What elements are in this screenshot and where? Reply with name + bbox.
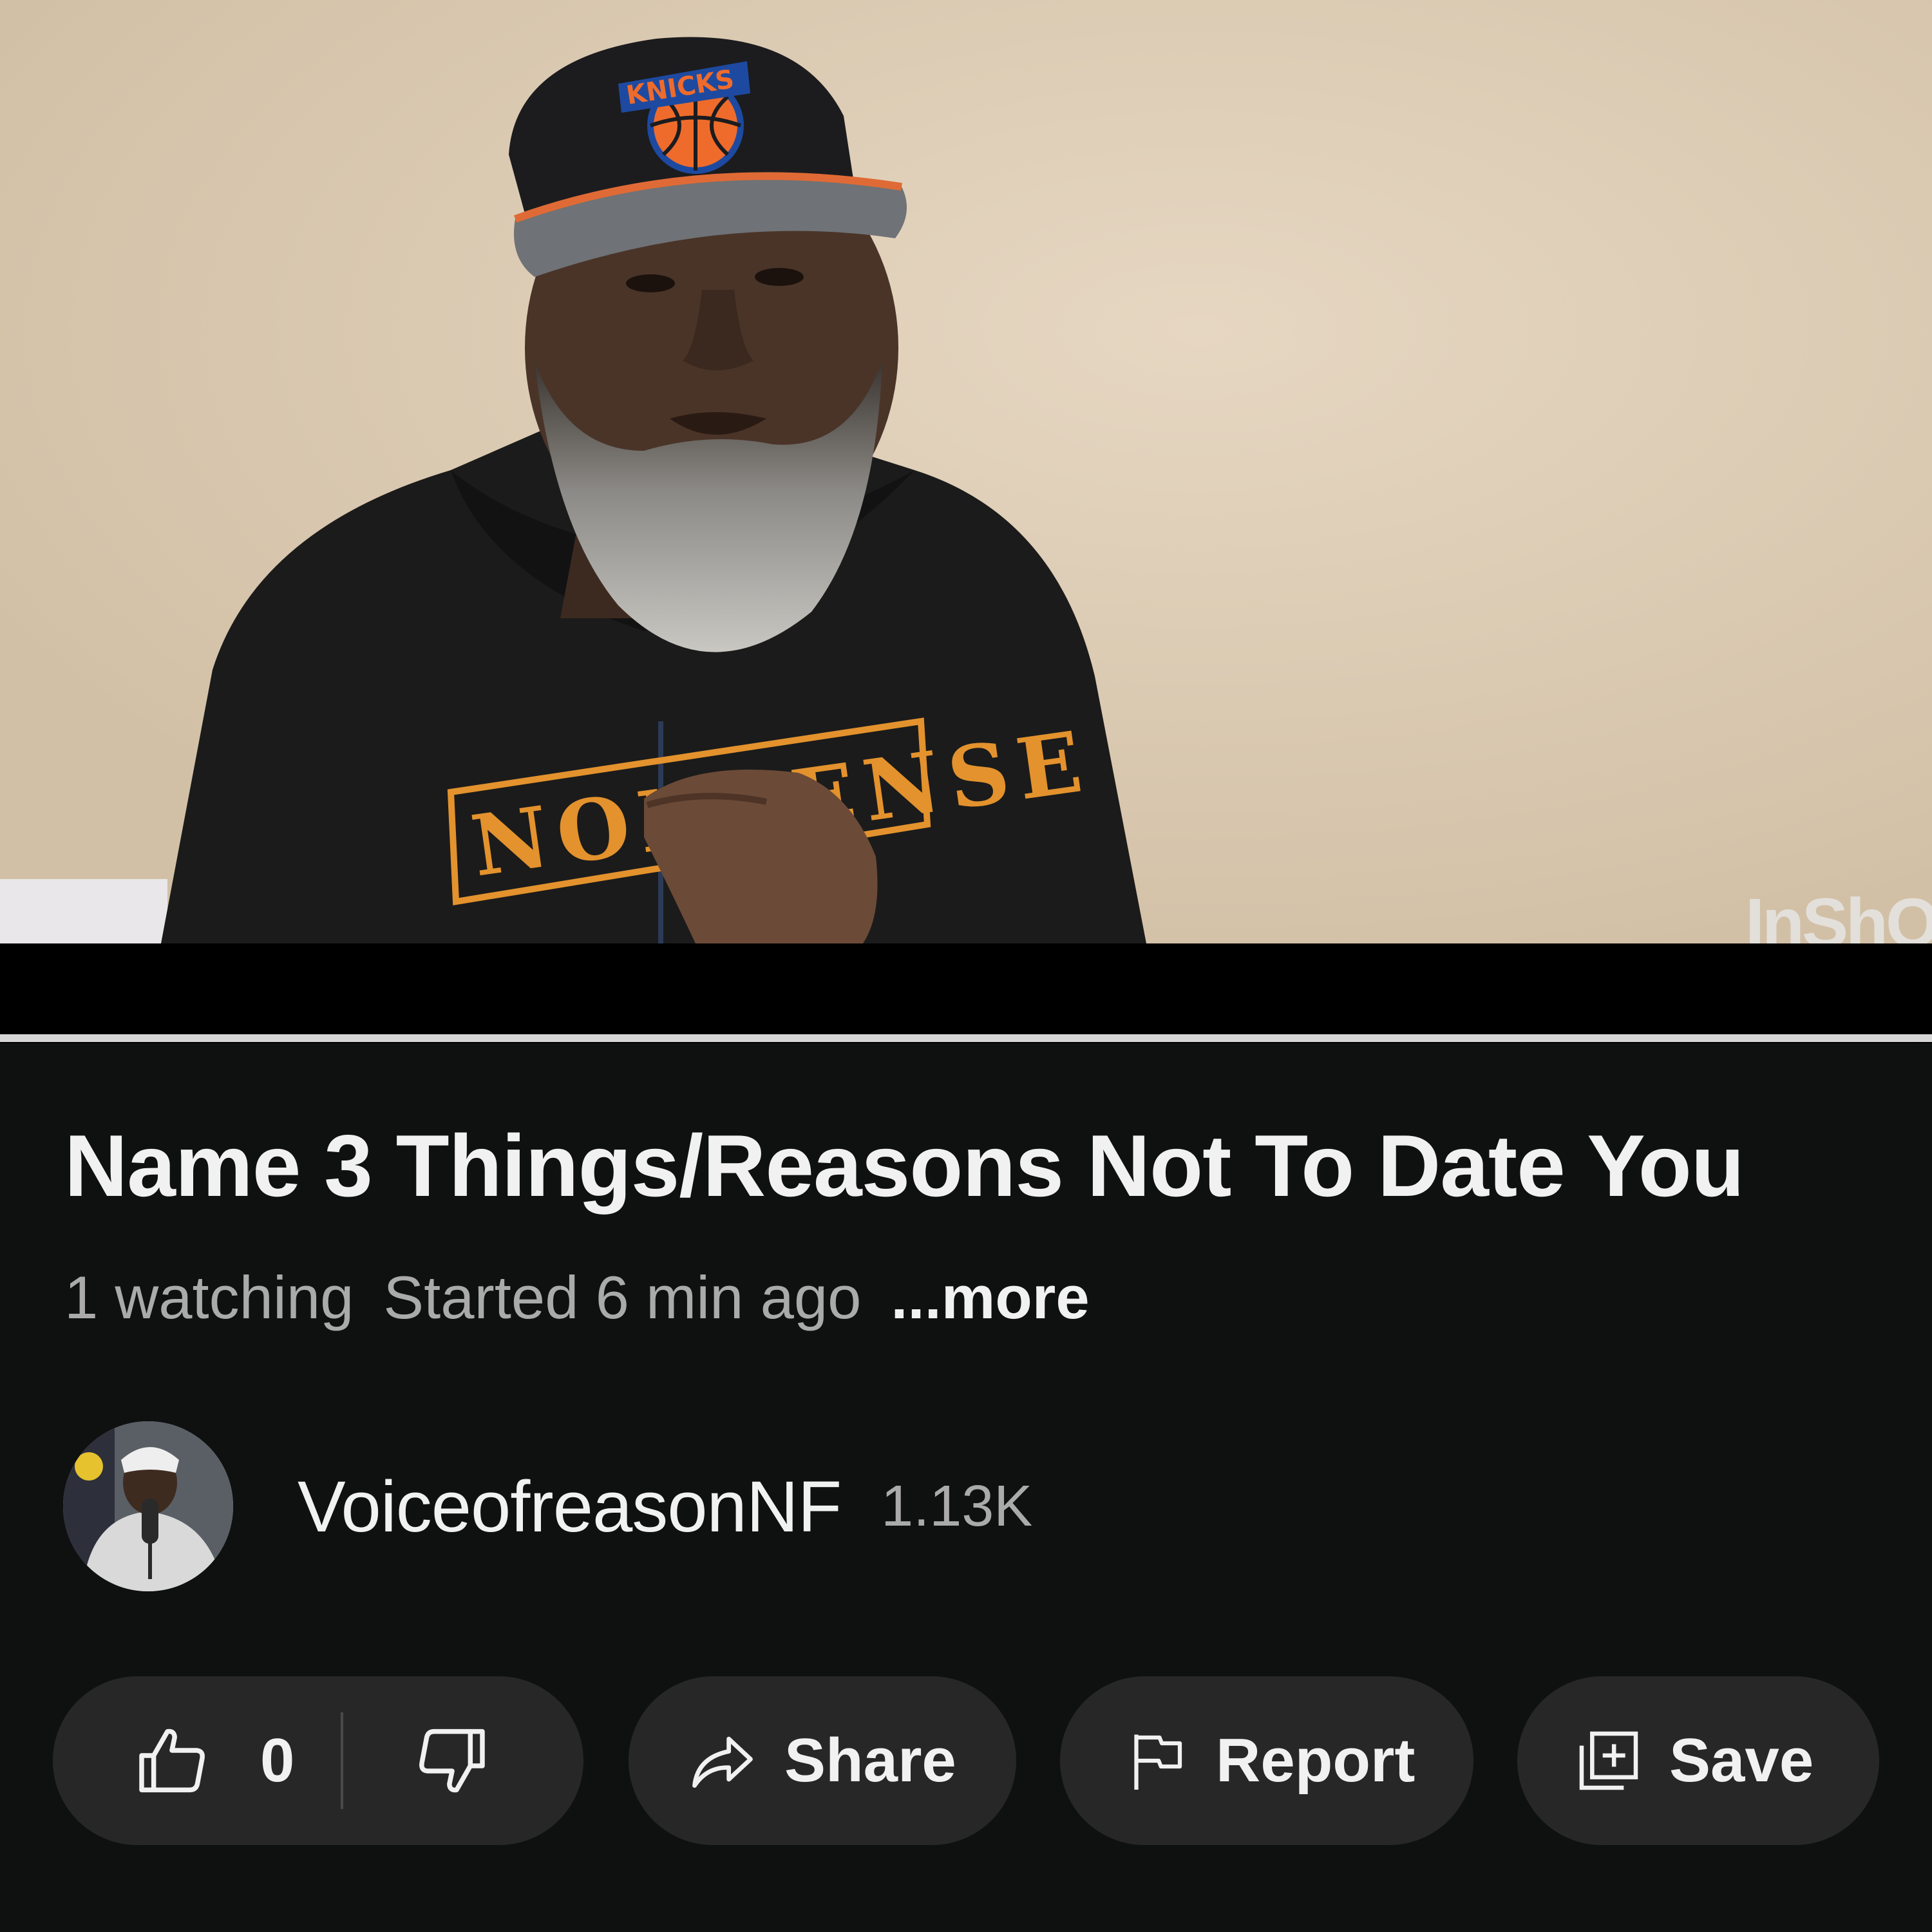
video-meta[interactable]: 1 watching Started 6 min ago ...more xyxy=(64,1259,1090,1336)
watching-count: 1 watching xyxy=(64,1264,354,1331)
channel-avatar[interactable] xyxy=(63,1421,233,1591)
share-label: Share xyxy=(784,1726,956,1795)
more-button[interactable]: ...more xyxy=(891,1263,1089,1332)
report-label: Report xyxy=(1216,1726,1416,1795)
share-arrow-icon xyxy=(692,1736,753,1788)
share-button[interactable]: Share xyxy=(629,1676,1016,1845)
channel-name[interactable]: VoiceofreasonNF xyxy=(298,1465,842,1548)
dislike-button[interactable] xyxy=(343,1676,493,1845)
started-time: Started 6 min ago xyxy=(383,1264,862,1331)
subscriber-count: 1.13K xyxy=(881,1473,1033,1539)
youtube-live-watch-page: NONSENSE xyxy=(0,0,1932,1932)
action-bar: 0 Share Report Save xyxy=(0,1676,1932,1845)
video-frame[interactable]: NONSENSE xyxy=(0,0,1932,943)
report-button[interactable]: Report xyxy=(1060,1676,1473,1845)
progress-bar[interactable] xyxy=(0,1034,1932,1042)
inshot-watermark: InShOt xyxy=(1745,884,1932,943)
like-button[interactable]: 0 xyxy=(53,1676,294,1845)
thumbs-up-icon xyxy=(139,1728,205,1793)
video-still: NONSENSE xyxy=(0,0,1932,943)
video-player[interactable]: NONSENSE xyxy=(0,0,1932,1043)
video-title[interactable]: Name 3 Things/Reasons Not To Date You xyxy=(64,1114,1745,1217)
channel-row[interactable]: VoiceofreasonNF 1.13K xyxy=(63,1420,1032,1593)
save-button[interactable]: Save xyxy=(1517,1676,1879,1845)
like-dislike-pill: 0 xyxy=(53,1676,583,1845)
thumbs-down-icon xyxy=(419,1728,486,1793)
add-to-playlist-icon xyxy=(1579,1731,1638,1790)
like-count: 0 xyxy=(260,1726,295,1795)
save-label: Save xyxy=(1669,1726,1814,1795)
flag-icon xyxy=(1134,1734,1182,1790)
